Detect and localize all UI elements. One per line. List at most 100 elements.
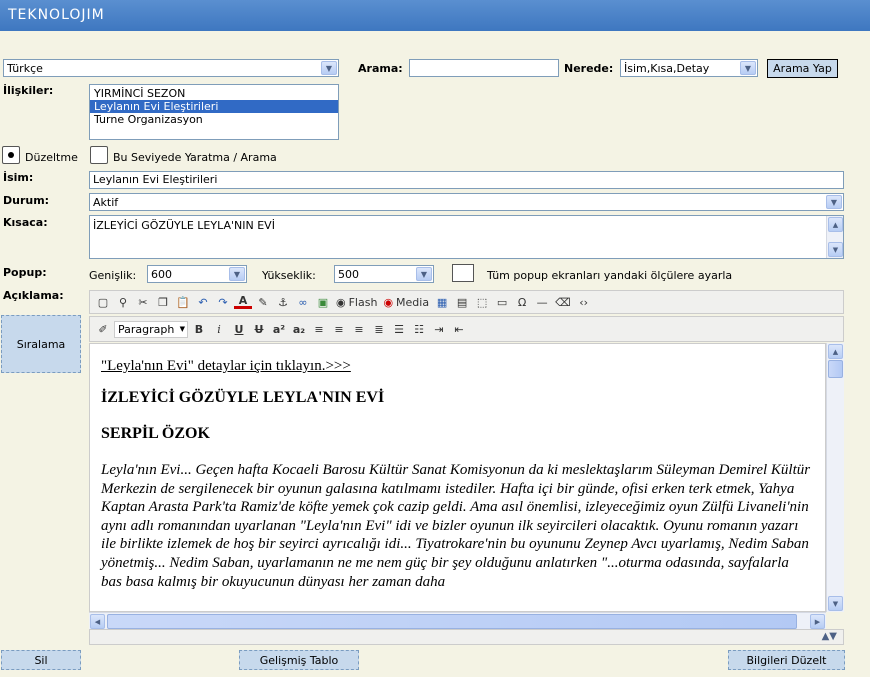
numbered-list-icon[interactable]: ☰ [390, 320, 408, 338]
language-select-value: Türkçe [7, 61, 43, 75]
editor-toolbar-row-1: ▢ ⚲ ✂ ❐ 📋 ↶ ↷ A ✎ ⚓ ∞ ▣ ◉ Flash ◉ Media ▦ … [89, 290, 844, 314]
highlight-color-icon[interactable]: ✎ [254, 293, 272, 311]
create-mode-radio[interactable] [90, 146, 108, 164]
editor-horizontal-scrollbar[interactable]: ◀ ▶ [89, 612, 826, 629]
chevron-down-icon: ▼ [740, 61, 756, 75]
summary-textarea[interactable]: İZLEYİCİ GÖZÜYLE LEYLA'NIN EVİ ▲ ▼ [89, 215, 844, 259]
search-where-select[interactable]: İsim,Kısa,Detay ▼ [620, 59, 758, 77]
list-item[interactable]: YIRMİNCİ SEZON [90, 87, 338, 100]
relations-listbox[interactable]: YIRMİNCİ SEZON Leylanın Evi Eleştirileri… [89, 84, 339, 140]
scroll-up-icon[interactable]: ▲ [828, 344, 843, 359]
italic-icon[interactable]: i [210, 320, 228, 338]
rich-text-editor[interactable]: "Leyla'nın Evi" detaylar için tıklayın.>… [89, 343, 826, 612]
visual-aid-icon[interactable]: ⬚ [473, 293, 491, 311]
search-button[interactable]: Arama Yap [767, 59, 838, 78]
status-select-value: Aktif [93, 195, 119, 209]
editor-heading-1: İZLEYİCİ GÖZÜYLE LEYLA'NIN EVİ [101, 389, 385, 406]
flash-button[interactable]: ◉ Flash [334, 293, 379, 311]
popup-width-select[interactable]: 600 ▼ [147, 265, 247, 283]
advanced-table-button[interactable]: Gelişmiş Tablo [239, 650, 359, 670]
indent-icon[interactable]: ⇥ [430, 320, 448, 338]
editor-status-bar: ▲▼ [89, 629, 844, 645]
search-where-label: Nerede: [564, 62, 614, 75]
app-header [0, 0, 870, 31]
redo-icon[interactable]: ↷ [214, 293, 232, 311]
editor-paragraph: Leyla'nın Evi... Geçen hafta Kocaeli Bar… [101, 462, 811, 590]
cut-icon[interactable]: ✂ [134, 293, 152, 311]
summary-text: İZLEYİCİ GÖZÜYLE LEYLA'NIN EVİ [93, 219, 275, 232]
apply-all-popups-checkbox[interactable] [452, 264, 474, 282]
flash-label: Flash [348, 295, 378, 309]
status-select[interactable]: Aktif ▼ [89, 193, 844, 211]
horizontal-rule-icon[interactable]: — [533, 293, 551, 311]
html-source-icon[interactable]: ‹› [575, 293, 593, 311]
select-all-icon[interactable]: ▢ [94, 293, 112, 311]
popup-height-value: 500 [338, 267, 359, 281]
underline-icon[interactable]: U [230, 320, 248, 338]
hr-insert-icon[interactable]: ▭ [493, 293, 511, 311]
paste-icon[interactable]: 📋 [174, 293, 192, 311]
align-justify-icon[interactable]: ≣ [370, 320, 388, 338]
sort-button[interactable]: Sıralama [1, 315, 81, 373]
chevron-down-icon: ▼ [826, 195, 842, 209]
editor-vertical-scrollbar[interactable]: ▲ ▼ [826, 343, 844, 612]
summary-scrollbar[interactable]: ▲ ▼ [826, 216, 843, 258]
align-right-icon[interactable]: ≡ [350, 320, 368, 338]
edit-mode-radio[interactable] [2, 146, 20, 164]
description-label: Açıklama: [3, 289, 64, 302]
superscript-icon[interactable]: a² [270, 320, 288, 338]
search-input[interactable] [409, 59, 559, 77]
link-icon[interactable]: ∞ [294, 293, 312, 311]
table-icon[interactable]: ▦ [433, 293, 451, 311]
strikethrough-icon[interactable]: U [250, 320, 268, 338]
scroll-down-icon[interactable]: ▼ [828, 596, 843, 611]
style-edit-icon[interactable]: ✐ [94, 320, 112, 338]
undo-icon[interactable]: ↶ [194, 293, 212, 311]
anchor-icon[interactable]: ⚓ [274, 293, 292, 311]
caret-down-icon: ▼ [179, 325, 185, 333]
table-edit-icon[interactable]: ▤ [453, 293, 471, 311]
subscript-icon[interactable]: a₂ [290, 320, 308, 338]
summary-label: Kısaca: [3, 216, 48, 229]
outdent-icon[interactable]: ⇤ [450, 320, 468, 338]
name-input[interactable]: Leylanın Evi Eleştirileri [89, 171, 844, 189]
format-select[interactable]: Paragraph ▼ [114, 320, 188, 338]
chevron-down-icon: ▼ [321, 61, 337, 75]
image-icon[interactable]: ▣ [314, 293, 332, 311]
list-item[interactable]: Turne Organizasyon [90, 113, 338, 126]
update-info-button[interactable]: Bilgileri Düzelt [728, 650, 845, 670]
special-char-icon[interactable]: Ω [513, 293, 531, 311]
text-color-icon[interactable]: A [234, 294, 252, 309]
scroll-thumb[interactable] [828, 360, 843, 378]
popup-width-value: 600 [151, 267, 172, 281]
scroll-left-icon[interactable]: ◀ [90, 614, 105, 629]
eraser-icon[interactable]: ⌫ [553, 293, 573, 311]
list-item[interactable]: Leylanın Evi Eleştirileri [90, 100, 338, 113]
editor-content[interactable]: "Leyla'nın Evi" detaylar için tıklayın.>… [101, 358, 813, 591]
find-icon[interactable]: ⚲ [114, 293, 132, 311]
delete-button[interactable]: Sil [1, 650, 81, 670]
detail-link[interactable]: "Leyla'nın Evi" detaylar için tıklayın.>… [101, 358, 351, 374]
copy-icon[interactable]: ❐ [154, 293, 172, 311]
media-button[interactable]: ◉ Media [381, 293, 431, 311]
apply-all-popups-label: Tüm popup ekranları yandaki ölçülere aya… [487, 269, 733, 282]
scroll-down-icon[interactable]: ▼ [828, 242, 843, 257]
flash-icon: ◉ [336, 295, 346, 309]
edit-mode-label: Düzeltme [25, 151, 78, 164]
bullet-list-icon[interactable]: ☷ [410, 320, 428, 338]
scroll-thumb[interactable] [107, 614, 797, 629]
format-select-value: Paragraph [118, 322, 175, 336]
name-label: İsim: [3, 171, 34, 184]
resize-handle-icon[interactable]: ▲▼ [822, 631, 837, 642]
popup-label: Popup: [3, 266, 47, 279]
create-mode-label: Bu Seviyede Yaratma / Arama [113, 151, 277, 164]
popup-height-select[interactable]: 500 ▼ [334, 265, 434, 283]
bold-icon[interactable]: B [190, 320, 208, 338]
scroll-up-icon[interactable]: ▲ [828, 217, 843, 232]
scroll-right-icon[interactable]: ▶ [810, 614, 825, 629]
popup-width-label: Genişlik: [89, 269, 137, 282]
language-select[interactable]: Türkçe ▼ [3, 59, 339, 77]
app-logo: TEKNOLOJIM [8, 7, 105, 23]
align-center-icon[interactable]: ≡ [330, 320, 348, 338]
align-left-icon[interactable]: ≡ [310, 320, 328, 338]
